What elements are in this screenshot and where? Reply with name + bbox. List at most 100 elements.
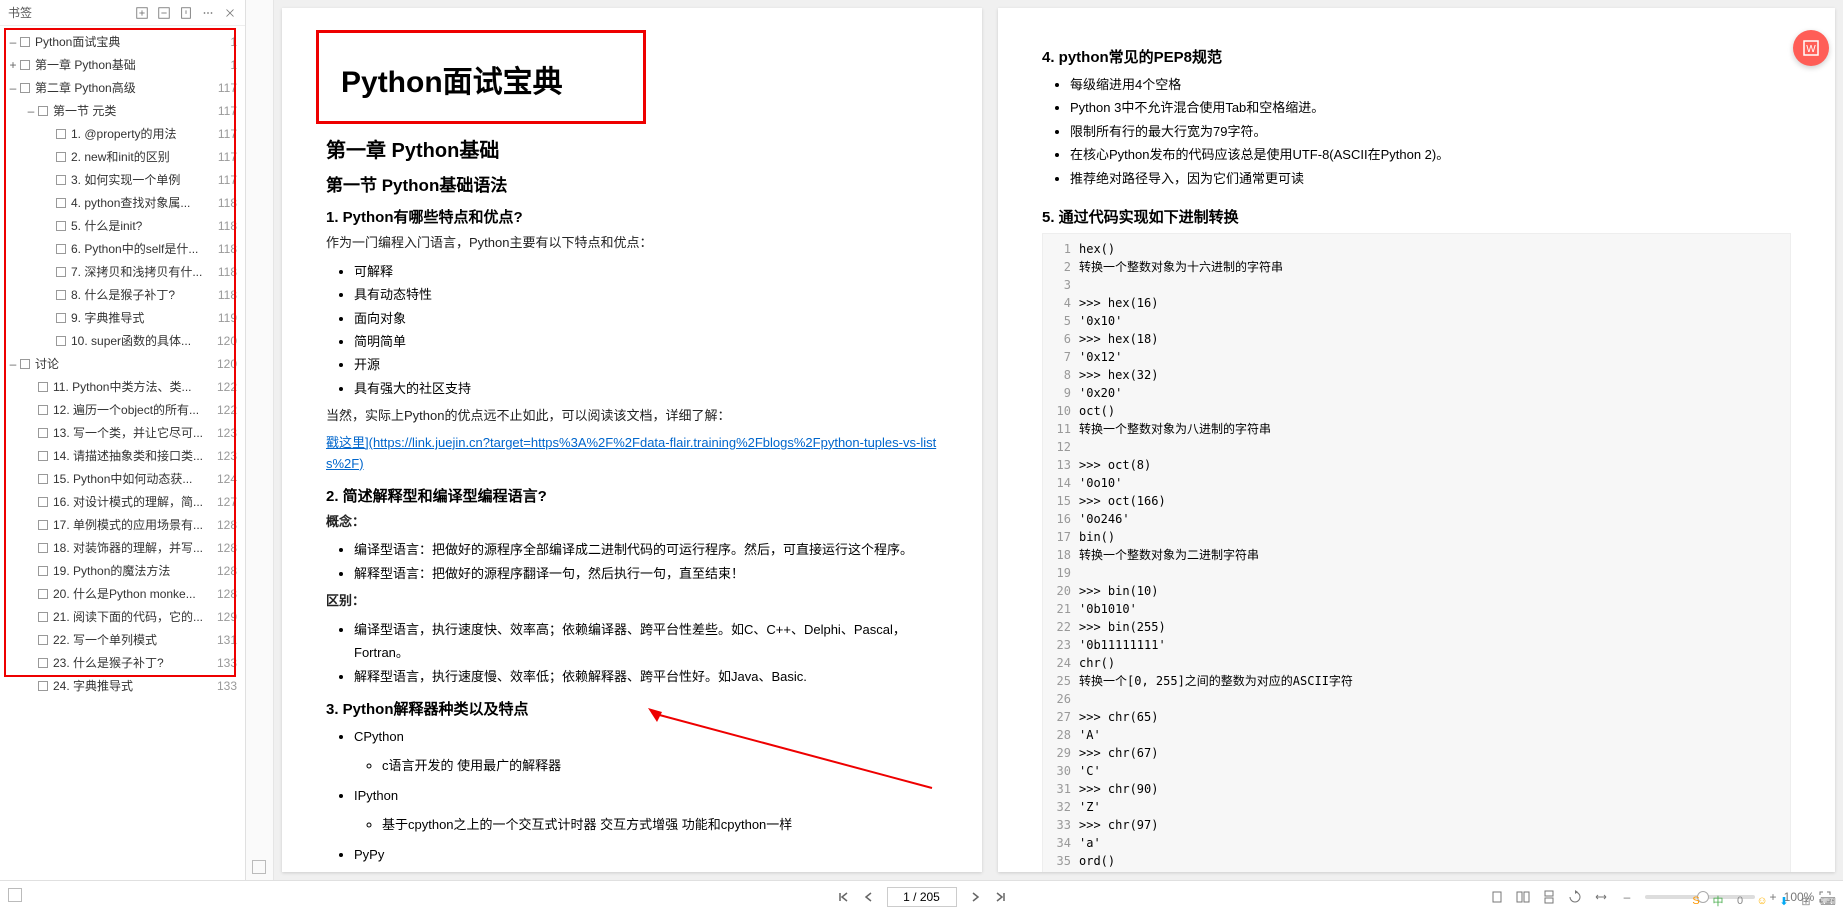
- bookmark-item[interactable]: 9. 字典推导式119: [0, 306, 245, 329]
- bookmark-item[interactable]: 19. Python的魔法方法128: [0, 559, 245, 582]
- chapter-heading: 第一章 Python基础: [326, 134, 938, 163]
- bookmark-item[interactable]: –Python面试宝典1: [0, 30, 245, 53]
- bookmark-item[interactable]: –讨论120: [0, 352, 245, 375]
- page-thumb-icon[interactable]: [252, 860, 266, 874]
- bookmark-item[interactable]: +第一章 Python基础1: [0, 53, 245, 76]
- bookmark-item[interactable]: 3. 如何实现一个单例117: [0, 168, 245, 191]
- bookmark-item[interactable]: 23. 什么是猴子补丁?133: [0, 651, 245, 674]
- tray-icon[interactable]: 中: [1709, 892, 1727, 910]
- sidebar-title: 书签: [8, 4, 32, 21]
- bookmark-list[interactable]: –Python面试宝典1+第一章 Python基础1–第二章 Python高级1…: [0, 26, 245, 880]
- list-item: PyPy: [354, 843, 938, 866]
- bookmark-item[interactable]: 20. 什么是Python monke...128: [0, 582, 245, 605]
- list-item: 每级缩进用4个空格: [1070, 73, 1791, 96]
- view-single-icon[interactable]: [1489, 889, 1505, 905]
- tray-icon[interactable]: ⌨: [1819, 892, 1837, 910]
- code-line: 10oct(): [1051, 402, 1782, 420]
- tray-icon[interactable]: ☺: [1753, 892, 1771, 910]
- code-line: 31>>> chr(90): [1051, 780, 1782, 798]
- q4-heading: 4. python常见的PEP8规范: [1042, 46, 1791, 67]
- list-item: 具有动态特性: [354, 283, 938, 306]
- code-line: 21'0b1010': [1051, 600, 1782, 618]
- next-page-button[interactable]: [967, 889, 983, 905]
- code-line: 1hex(): [1051, 240, 1782, 258]
- section-heading: 第一节 Python基础语法: [326, 171, 938, 196]
- code-line: 26: [1051, 690, 1782, 708]
- list-item: 推荐绝对路径导入，因为它们通常更可读: [1070, 167, 1791, 190]
- list-item: 编译型语言：把做好的源程序全部编译成二进制代码的可运行程序。然后，可直接运行这个…: [354, 538, 938, 561]
- q5-heading: 5. 通过代码实现如下进制转换: [1042, 206, 1791, 227]
- q4-list: 每级缩进用4个空格Python 3中不允许混合使用Tab和空格缩进。限制所有行的…: [1070, 73, 1791, 190]
- zoom-out-button[interactable]: –: [1619, 889, 1635, 905]
- fit-width-icon[interactable]: [1593, 889, 1609, 905]
- bookmark-item[interactable]: 8. 什么是猴子补丁?118: [0, 283, 245, 306]
- rotate-icon[interactable]: [1567, 889, 1583, 905]
- tray-icon[interactable]: S: [1687, 892, 1705, 910]
- bookmark-item[interactable]: 15. Python中如何动态获...124: [0, 467, 245, 490]
- bookmark-item[interactable]: 7. 深拷贝和浅拷贝有什...118: [0, 260, 245, 283]
- svg-text:W: W: [1806, 44, 1816, 55]
- bookmark-item[interactable]: 17. 单例模式的应用场景有...128: [0, 513, 245, 536]
- code-line: 24chr(): [1051, 654, 1782, 672]
- expand-icon[interactable]: [135, 6, 149, 20]
- bookmark-item[interactable]: 5. 什么是init?118: [0, 214, 245, 237]
- code-line: 12: [1051, 438, 1782, 456]
- bookmark-item[interactable]: 4. python查找对象属...118: [0, 191, 245, 214]
- tray-icon[interactable]: 0: [1731, 892, 1749, 910]
- page-mode-icon[interactable]: [8, 888, 22, 902]
- code-line: 27>>> chr(65): [1051, 708, 1782, 726]
- list-item: 开源: [354, 353, 938, 376]
- q1-intro: 作为一门编程入门语言，Python主要有以下特点和优点：: [326, 233, 938, 254]
- bookmark-item[interactable]: 22. 写一个单列模式131: [0, 628, 245, 651]
- view-double-icon[interactable]: [1515, 889, 1531, 905]
- first-page-button[interactable]: [835, 889, 851, 905]
- tray-icon[interactable]: ⬇: [1775, 892, 1793, 910]
- bookmark-item[interactable]: 16. 对设计模式的理解，简...127: [0, 490, 245, 513]
- bookmark-item[interactable]: –第二章 Python高级117: [0, 76, 245, 99]
- collapse-icon[interactable]: [157, 6, 171, 20]
- list-item: 限制所有行的最大行宽为79字符。: [1070, 120, 1791, 143]
- bookmark-item[interactable]: –第一节 元类117: [0, 99, 245, 122]
- list-item: CPython: [354, 725, 938, 748]
- bookmark-item[interactable]: 2. new和init的区别117: [0, 145, 245, 168]
- bookmark-item[interactable]: 12. 遍历一个object的所有...122: [0, 398, 245, 421]
- page-2: 4. python常见的PEP8规范 每级缩进用4个空格Python 3中不允许…: [998, 8, 1835, 872]
- options-icon[interactable]: [201, 6, 215, 20]
- bookmark-item[interactable]: 6. Python中的self是什...118: [0, 237, 245, 260]
- code-line: 29>>> chr(67): [1051, 744, 1782, 762]
- code-line: 30'C': [1051, 762, 1782, 780]
- prev-page-button[interactable]: [861, 889, 877, 905]
- bookmark-item[interactable]: 13. 写一个类，并让它尽可...123: [0, 421, 245, 444]
- code-line: 14'0o10': [1051, 474, 1782, 492]
- bookmark-item[interactable]: 21. 阅读下面的代码，它的...129: [0, 605, 245, 628]
- page-indicator[interactable]: 1 / 205: [887, 887, 957, 907]
- list-item: 可解释: [354, 260, 938, 283]
- list-item: 具有强大的社区支持: [354, 377, 938, 400]
- close-icon[interactable]: [223, 6, 237, 20]
- bookmark-item[interactable]: 10. super函数的具体...120: [0, 329, 245, 352]
- bookmark-item[interactable]: 1. @property的用法117: [0, 122, 245, 145]
- pager: 1 / 205: [835, 887, 1009, 907]
- q1-tail: 当然，实际上Python的优点远不止如此，可以阅读该文档，详细了解：: [326, 406, 938, 427]
- wps-fab-button[interactable]: W: [1793, 30, 1829, 66]
- view-continuous-icon[interactable]: [1541, 889, 1557, 905]
- left-gutter: [246, 0, 274, 880]
- document-viewport[interactable]: Python面试宝典 第一章 Python基础 第一节 Python基础语法 1…: [274, 0, 1843, 880]
- code-line: 2转换一个整数对象为十六进制的字符串: [1051, 258, 1782, 276]
- code-line: 7'0x12': [1051, 348, 1782, 366]
- q1-link-url[interactable]: ](https://link.juejin.cn?target=https%3A…: [326, 435, 936, 471]
- code-line: 28'A': [1051, 726, 1782, 744]
- list-item: 在核心Python发布的代码应该总是使用UTF-8(ASCII在Python 2…: [1070, 143, 1791, 166]
- bookmark-item[interactable]: 11. Python中类方法、类...122: [0, 375, 245, 398]
- bookmark-item[interactable]: 14. 请描述抽象类和接口类...123: [0, 444, 245, 467]
- code-line: 18转换一个整数对象为二进制字符串: [1051, 546, 1782, 564]
- bookmark-item[interactable]: 18. 对装饰器的理解，并写...128: [0, 536, 245, 559]
- list-item: 面向对象: [354, 307, 938, 330]
- last-page-button[interactable]: [993, 889, 1009, 905]
- bookmark-item[interactable]: 24. 字典推导式133: [0, 674, 245, 697]
- q2-list: 编译型语言：把做好的源程序全部编译成二进制代码的可运行程序。然后，可直接运行这个…: [354, 538, 938, 585]
- q1-link[interactable]: 戳这里: [326, 435, 365, 450]
- bookmark-add-icon[interactable]: [179, 6, 193, 20]
- code-line: 17bin(): [1051, 528, 1782, 546]
- tray-icon[interactable]: ⊞: [1797, 892, 1815, 910]
